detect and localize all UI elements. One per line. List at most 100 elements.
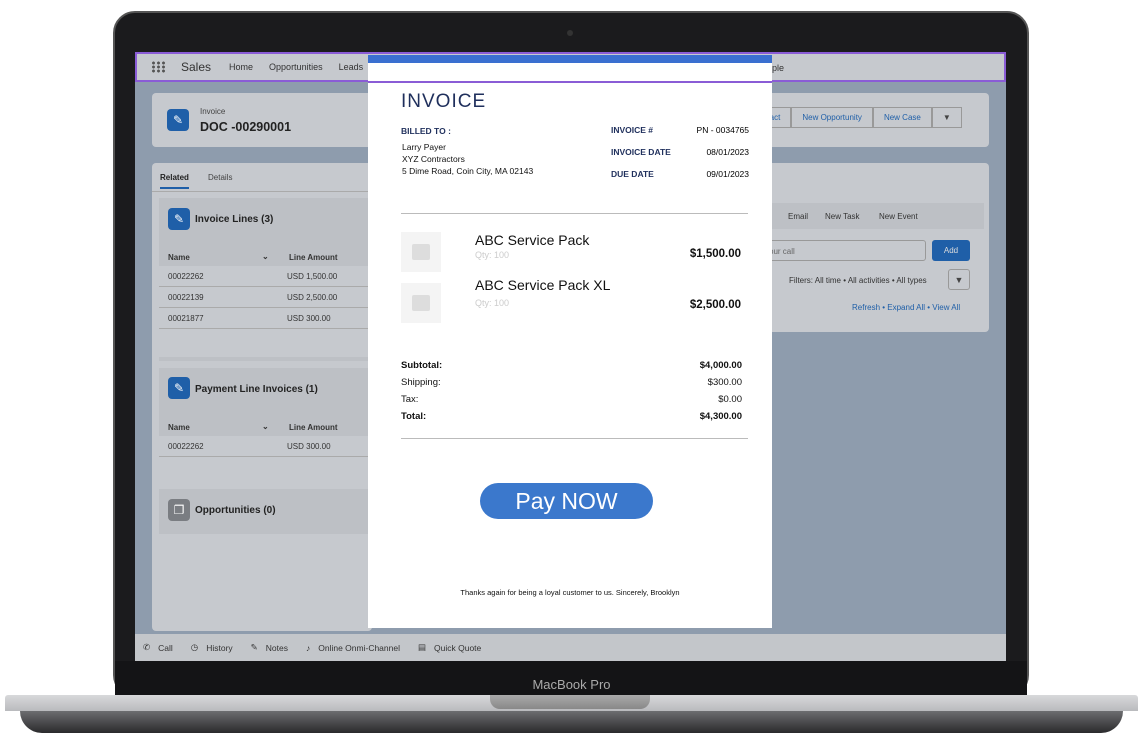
utility-omni-channel[interactable]: ♪ Online Onmi-Channel — [306, 643, 400, 653]
payment-lines-title[interactable]: Payment Line Invoices (1) — [195, 384, 318, 395]
document-icon: ▤ — [417, 642, 427, 652]
phone-icon: ✆ — [143, 642, 151, 652]
invoice-title: INVOICE — [401, 91, 487, 112]
payment-lines-card: ✎ Payment Line Invoices (1) Name ⌄ Line … — [159, 368, 372, 481]
item-name: ABC Service Pack — [475, 232, 590, 248]
image-placeholder-icon — [401, 232, 441, 272]
item-qty: Qty: 100 — [475, 298, 510, 308]
invoice-number: PN - 0034765 — [696, 125, 749, 135]
highlight-line — [368, 81, 772, 83]
filter-icon[interactable]: ▼ — [948, 269, 970, 290]
table-row: 00022262 USD 300.00 — [159, 436, 372, 457]
tab-email[interactable]: Email — [788, 212, 808, 221]
utility-label: Quick Quote — [434, 642, 482, 653]
tab-related[interactable]: Related — [160, 173, 189, 189]
invoice-number-label: INVOICE # — [611, 125, 654, 135]
billed-company: XYZ Contractors — [402, 154, 465, 164]
utility-label: Online Onmi-Channel — [318, 642, 400, 653]
filters-text: Filters: All time • All activities • All… — [789, 276, 927, 285]
related-panel: Related Details ✎ Invoice Lines (3) Name… — [152, 163, 372, 631]
utility-quick-quote[interactable]: ▤ Quick Quote — [418, 642, 481, 653]
billed-to-label: BILLED TO : — [401, 126, 451, 136]
laptop-notch — [490, 695, 650, 709]
modal-top-bar — [368, 55, 772, 63]
invoice-icon: ✎ — [167, 109, 189, 131]
invoice-modal: INVOICE BILLED TO : Larry Payer XYZ Cont… — [368, 55, 772, 628]
utility-label: History — [206, 642, 233, 653]
new-case-button[interactable]: New Case — [872, 107, 932, 128]
row-amount: USD 300.00 — [287, 313, 331, 323]
total-value: $4,300.00 — [699, 411, 742, 422]
more-actions-chevron-icon[interactable]: ▼ — [931, 107, 962, 128]
tab-new-event[interactable]: New Event — [879, 212, 918, 221]
line-item: ABC Service Pack Qty: 100 $1,500.00 — [401, 232, 748, 272]
row-link[interactable]: 00021877 — [159, 314, 287, 323]
item-name: ABC Service Pack XL — [475, 277, 611, 293]
omni-channel-icon: ♪ — [306, 642, 311, 653]
row-link[interactable]: 00022139 — [159, 293, 287, 302]
record-type: Invoice — [200, 107, 226, 116]
shipping-label: Shipping: — [401, 377, 441, 388]
activity-panel: Email New Task New Event our call Add Fi… — [740, 163, 989, 332]
row-amount: USD 1,500.00 — [287, 271, 338, 281]
log-call-input[interactable]: our call — [748, 240, 926, 261]
payment-lines-icon: ✎ — [168, 377, 190, 399]
total-label: Total: — [401, 411, 427, 422]
nav-opportunities[interactable]: Opportunities — [269, 62, 323, 72]
invoice-lines-title[interactable]: Invoice Lines (3) — [195, 214, 273, 225]
table-row: 00022262 USD 1,500.00 — [159, 266, 372, 287]
utility-notes[interactable]: ✎ Notes — [251, 642, 288, 653]
utility-label: Call — [158, 642, 173, 653]
activity-links[interactable]: Refresh • Expand All • View All — [852, 303, 960, 312]
tax-label: Tax: — [401, 394, 419, 405]
item-price: $2,500.00 — [689, 299, 741, 311]
subtotal-value: $4,000.00 — [699, 360, 742, 371]
app-name: Sales — [181, 60, 212, 74]
clock-icon: ◷ — [190, 642, 199, 652]
utility-call[interactable]: ✆ Call — [143, 642, 173, 653]
item-price: $1,500.00 — [689, 248, 741, 260]
tab-new-task[interactable]: New Task — [825, 212, 860, 221]
invoice-lines-card: ✎ Invoice Lines (3) Name ⌄ Line Amount 0… — [159, 198, 372, 361]
col-name[interactable]: Name — [168, 253, 190, 262]
nav-home[interactable]: Home — [229, 62, 253, 72]
table-row: 00022139 USD 2,500.00 — [159, 287, 372, 308]
totals: Subtotal: $4,000.00 Shipping: $300.00 Tax:… — [401, 357, 742, 425]
utility-bar: ✆ Call ◷ History ✎ Notes ♪ Online Onmi-Chann… — [135, 634, 1006, 661]
row-link[interactable]: 00022262 — [159, 442, 287, 451]
nav-leads[interactable]: Leads — [339, 62, 364, 72]
col-line-amount[interactable]: Line Amount — [289, 423, 338, 432]
sort-chevron-icon[interactable]: ⌄ — [262, 422, 269, 431]
device-label: MacBook Pro — [532, 677, 611, 692]
billed-address: 5 Dime Road, Coin City, MA 02143 — [402, 166, 534, 176]
new-opportunity-button[interactable]: New Opportunity — [791, 107, 873, 128]
screen: Sales Home Opportunities Leads ople ✎ In… — [135, 52, 1006, 661]
subtotal-label: Subtotal: — [401, 360, 443, 371]
opportunities-card: ❐ Opportunities (0) — [159, 489, 372, 534]
camera — [567, 30, 573, 36]
invoice-footer: Thanks again for being a loyal customer … — [460, 588, 680, 597]
tax-value: $0.00 — [718, 394, 742, 405]
invoice-date: 08/01/2023 — [706, 147, 749, 157]
utility-history[interactable]: ◷ History — [191, 642, 233, 653]
invoice-date-label: INVOICE DATE — [611, 147, 671, 157]
laptop-base-bottom — [20, 711, 1123, 733]
tab-details[interactable]: Details — [208, 173, 232, 182]
app-launcher-icon[interactable] — [151, 61, 165, 73]
pay-now-button[interactable]: Pay NOW — [480, 483, 653, 519]
add-button[interactable]: Add — [932, 240, 970, 261]
table-row: 00021877 USD 300.00 — [159, 308, 372, 329]
col-line-amount[interactable]: Line Amount — [289, 253, 338, 262]
record-name: DOC -00290001 — [200, 120, 292, 134]
opportunities-title[interactable]: Opportunities (0) — [195, 505, 276, 516]
invoice-lines-icon: ✎ — [168, 208, 190, 230]
due-date-label: DUE DATE — [611, 169, 654, 179]
row-amount: USD 2,500.00 — [287, 292, 338, 302]
col-name[interactable]: Name — [168, 423, 190, 432]
sort-chevron-icon[interactable]: ⌄ — [262, 252, 269, 261]
image-placeholder-icon — [401, 283, 441, 323]
line-item: ABC Service Pack XL Qty: 100 $2,500.00 — [401, 277, 748, 323]
billed-name: Larry Payer — [402, 142, 446, 152]
row-amount: USD 300.00 — [287, 441, 331, 451]
row-link[interactable]: 00022262 — [159, 272, 287, 281]
